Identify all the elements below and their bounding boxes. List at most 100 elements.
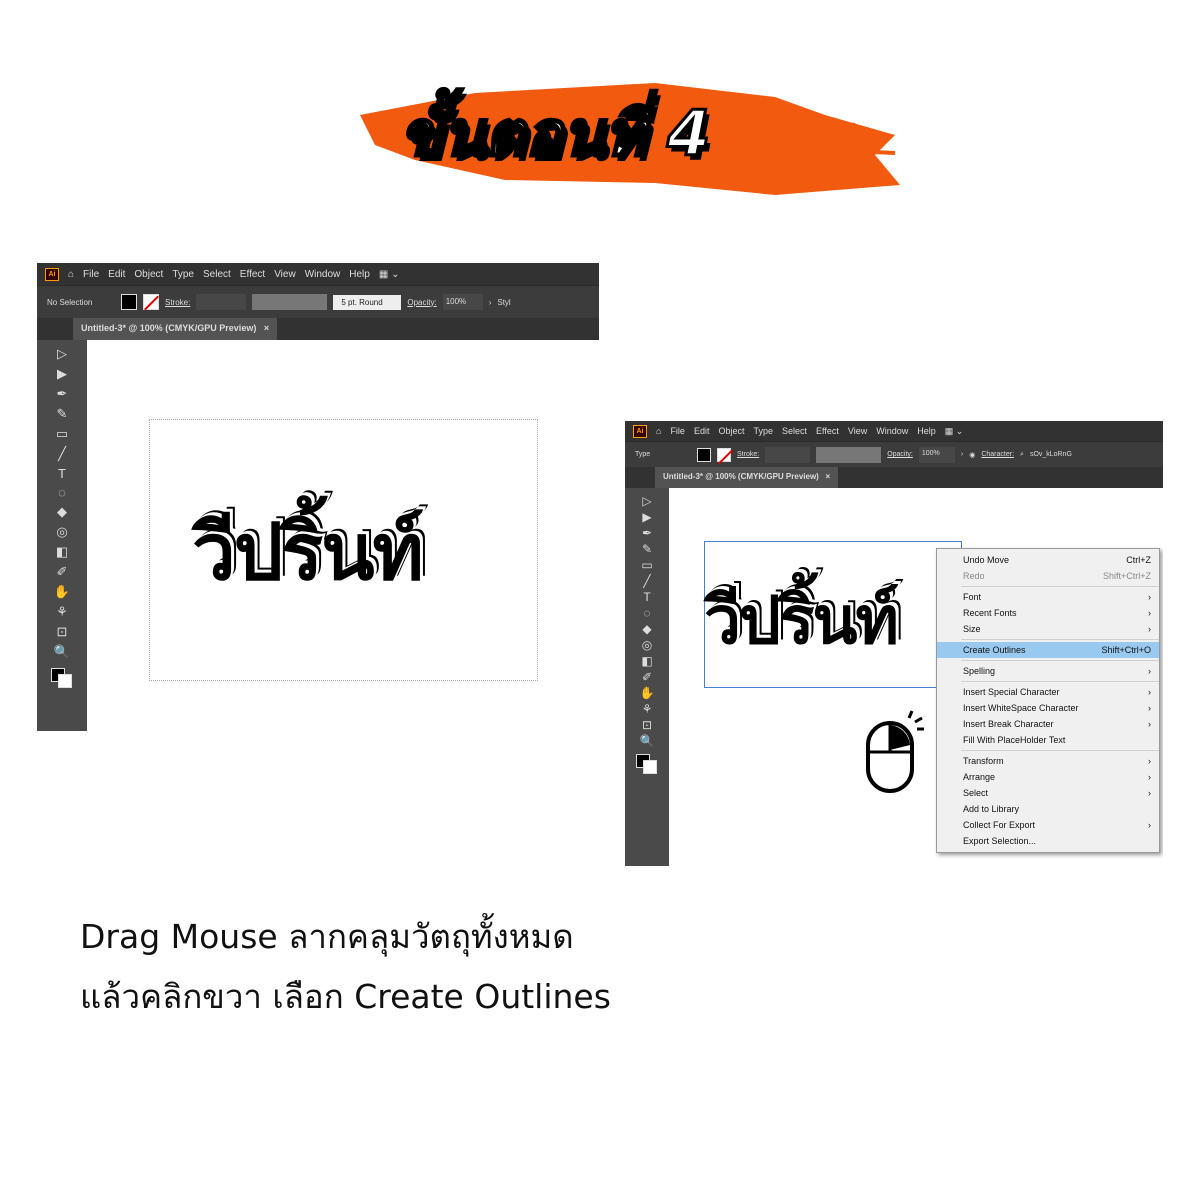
fill-swatch[interactable] [697, 447, 711, 462]
context-menu-item-arrange[interactable]: Arrange › [937, 769, 1159, 785]
type-tool-icon[interactable]: T [58, 466, 66, 481]
artboard-tool-icon[interactable]: ⊡ [642, 718, 652, 732]
context-menu-item-transform[interactable]: Transform › [937, 753, 1159, 769]
symbol-tool-icon[interactable]: ⚘ [56, 604, 68, 620]
menu-edit[interactable]: Edit [108, 269, 125, 280]
artwork-text[interactable]: วีปริ้นท์ [704, 568, 899, 673]
menu-effect[interactable]: Effect [240, 269, 265, 280]
chevron-right-icon[interactable]: › [961, 451, 963, 458]
menu-window[interactable]: Window [305, 269, 341, 280]
menu-effect[interactable]: Effect [816, 426, 839, 436]
stroke-weight-field[interactable] [765, 446, 811, 463]
context-menu-item-select[interactable]: Select › [937, 785, 1159, 801]
context-menu-item-recent-fonts[interactable]: Recent Fonts › [937, 605, 1159, 621]
home-icon[interactable]: ⌂ [68, 269, 74, 280]
home-icon[interactable]: ⌂ [656, 426, 661, 436]
context-menu-item-undo-move[interactable]: Undo Move Ctrl+Z [937, 552, 1159, 568]
fill-stroke-swatches[interactable] [51, 668, 73, 688]
document-tab[interactable]: Untitled-3* @ 100% (CMYK/GPU Preview) × [73, 318, 278, 340]
character-label[interactable]: Character: [981, 451, 1014, 458]
chevron-right-icon[interactable]: › [489, 298, 492, 307]
context-menu-item-insert-special-character[interactable]: Insert Special Character › [937, 684, 1159, 700]
zoom-tool-icon[interactable]: 🔍 [54, 644, 70, 660]
menu-view[interactable]: View [274, 269, 296, 280]
close-icon[interactable]: × [264, 323, 269, 333]
context-menu-item-insert-whitespace-character[interactable]: Insert WhiteSpace Character › [937, 700, 1159, 716]
menu-object[interactable]: Object [718, 426, 744, 436]
variable-width-select[interactable] [252, 294, 328, 310]
shape-builder-icon[interactable]: ◎ [56, 524, 67, 540]
selection-tool-icon[interactable]: ▷ [642, 494, 651, 508]
variable-width-select[interactable] [816, 446, 882, 463]
gradient-tool-icon[interactable]: ◧ [56, 544, 68, 560]
workspace-switcher-icon[interactable]: ▦ ⌄ [379, 269, 400, 280]
rectangle-tool-icon[interactable]: ▭ [56, 426, 68, 442]
artwork-text[interactable]: วีปริ้นท์ [192, 490, 424, 614]
direct-selection-tool-icon[interactable]: ▶ [57, 366, 67, 382]
context-menu-item-create-outlines[interactable]: Create Outlines Shift+Ctrl+O [937, 642, 1159, 658]
menu-file[interactable]: File [670, 426, 685, 436]
eraser-tool-icon[interactable]: ◆ [57, 504, 67, 520]
eyedropper-tool-icon[interactable]: ✐ [57, 564, 68, 580]
rotate-tool-icon[interactable]: ◌ [58, 485, 66, 500]
opacity-field[interactable]: 100% [918, 446, 955, 463]
brush-select[interactable]: 5 pt. Round [333, 294, 402, 310]
context-menu-item-add-to-library[interactable]: Add to Library [937, 801, 1159, 817]
font-field[interactable]: sOv_kLoRnG [1030, 451, 1072, 458]
curvature-tool-icon[interactable]: ✎ [57, 406, 68, 422]
font-search-icon[interactable]: ⌕ [1020, 451, 1024, 459]
menu-object[interactable]: Object [134, 269, 163, 280]
menu-file[interactable]: File [83, 269, 99, 280]
context-menu-item-fill-with-placeholder-text[interactable]: Fill With PlaceHolder Text [937, 732, 1159, 748]
eraser-tool-icon[interactable]: ◆ [642, 622, 651, 636]
style-label[interactable]: Styl [497, 298, 510, 307]
menu-view[interactable]: View [848, 426, 867, 436]
menu-edit[interactable]: Edit [694, 426, 710, 436]
menu-help[interactable]: Help [917, 426, 936, 436]
context-menu-item-insert-break-character[interactable]: Insert Break Character › [937, 716, 1159, 732]
context-menu-item-spelling[interactable]: Spelling › [937, 663, 1159, 679]
hand-tool-icon[interactable]: ✋ [640, 686, 655, 700]
rotate-tool-icon[interactable]: ◌ [643, 606, 650, 620]
artboard-tool-icon[interactable]: ⊡ [57, 624, 68, 640]
direct-selection-tool-icon[interactable]: ▶ [642, 510, 651, 524]
stroke-weight-field[interactable] [196, 294, 247, 310]
opacity-label[interactable]: Opacity: [407, 298, 436, 307]
workspace-switcher-icon[interactable]: ▦ ⌄ [945, 426, 964, 437]
context-menu-item-font[interactable]: Font › [937, 589, 1159, 605]
document-tab[interactable]: Untitled-3* @ 100% (CMYK/GPU Preview) × [655, 467, 839, 488]
menu-help[interactable]: Help [349, 269, 370, 280]
symbol-tool-icon[interactable]: ⚘ [642, 702, 653, 716]
context-menu-item-redo[interactable]: Redo Shift+Ctrl+Z [937, 568, 1159, 584]
curvature-tool-icon[interactable]: ✎ [642, 542, 652, 556]
rectangle-tool-icon[interactable]: ▭ [641, 558, 652, 572]
menu-window[interactable]: Window [876, 426, 908, 436]
context-menu-item-size[interactable]: Size › [937, 621, 1159, 637]
menu-type[interactable]: Type [753, 426, 773, 436]
line-tool-icon[interactable]: ╱ [58, 446, 66, 462]
line-tool-icon[interactable]: ╱ [643, 574, 650, 588]
opacity-field[interactable]: 100% [442, 294, 483, 310]
stroke-label[interactable]: Stroke: [737, 451, 759, 458]
shape-builder-icon[interactable]: ◎ [642, 638, 652, 652]
gradient-tool-icon[interactable]: ◧ [641, 654, 652, 668]
hand-tool-icon[interactable]: ✋ [54, 584, 70, 600]
stroke-swatch[interactable] [143, 294, 159, 310]
context-menu-item-collect-for-export[interactable]: Collect For Export › [937, 817, 1159, 833]
menu-type[interactable]: Type [172, 269, 194, 280]
context-menu-item-export-selection[interactable]: Export Selection... [937, 833, 1159, 849]
pen-tool-icon[interactable]: ✒ [642, 526, 652, 540]
menu-select[interactable]: Select [782, 426, 807, 436]
menu-select[interactable]: Select [203, 269, 231, 280]
eyedropper-tool-icon[interactable]: ✐ [642, 670, 652, 684]
zoom-tool-icon[interactable]: 🔍 [640, 734, 655, 748]
stroke-swatch[interactable] [717, 447, 731, 462]
fill-stroke-swatches[interactable] [636, 754, 658, 774]
globe-icon[interactable]: ◉ [969, 451, 975, 459]
opacity-label[interactable]: Opacity: [887, 451, 913, 458]
type-tool-icon[interactable]: T [643, 590, 650, 604]
pen-tool-icon[interactable]: ✒ [57, 386, 68, 402]
close-icon[interactable]: × [826, 472, 831, 481]
stroke-label[interactable]: Stroke: [165, 298, 190, 307]
canvas[interactable]: วีปริ้นท์ [87, 340, 599, 731]
